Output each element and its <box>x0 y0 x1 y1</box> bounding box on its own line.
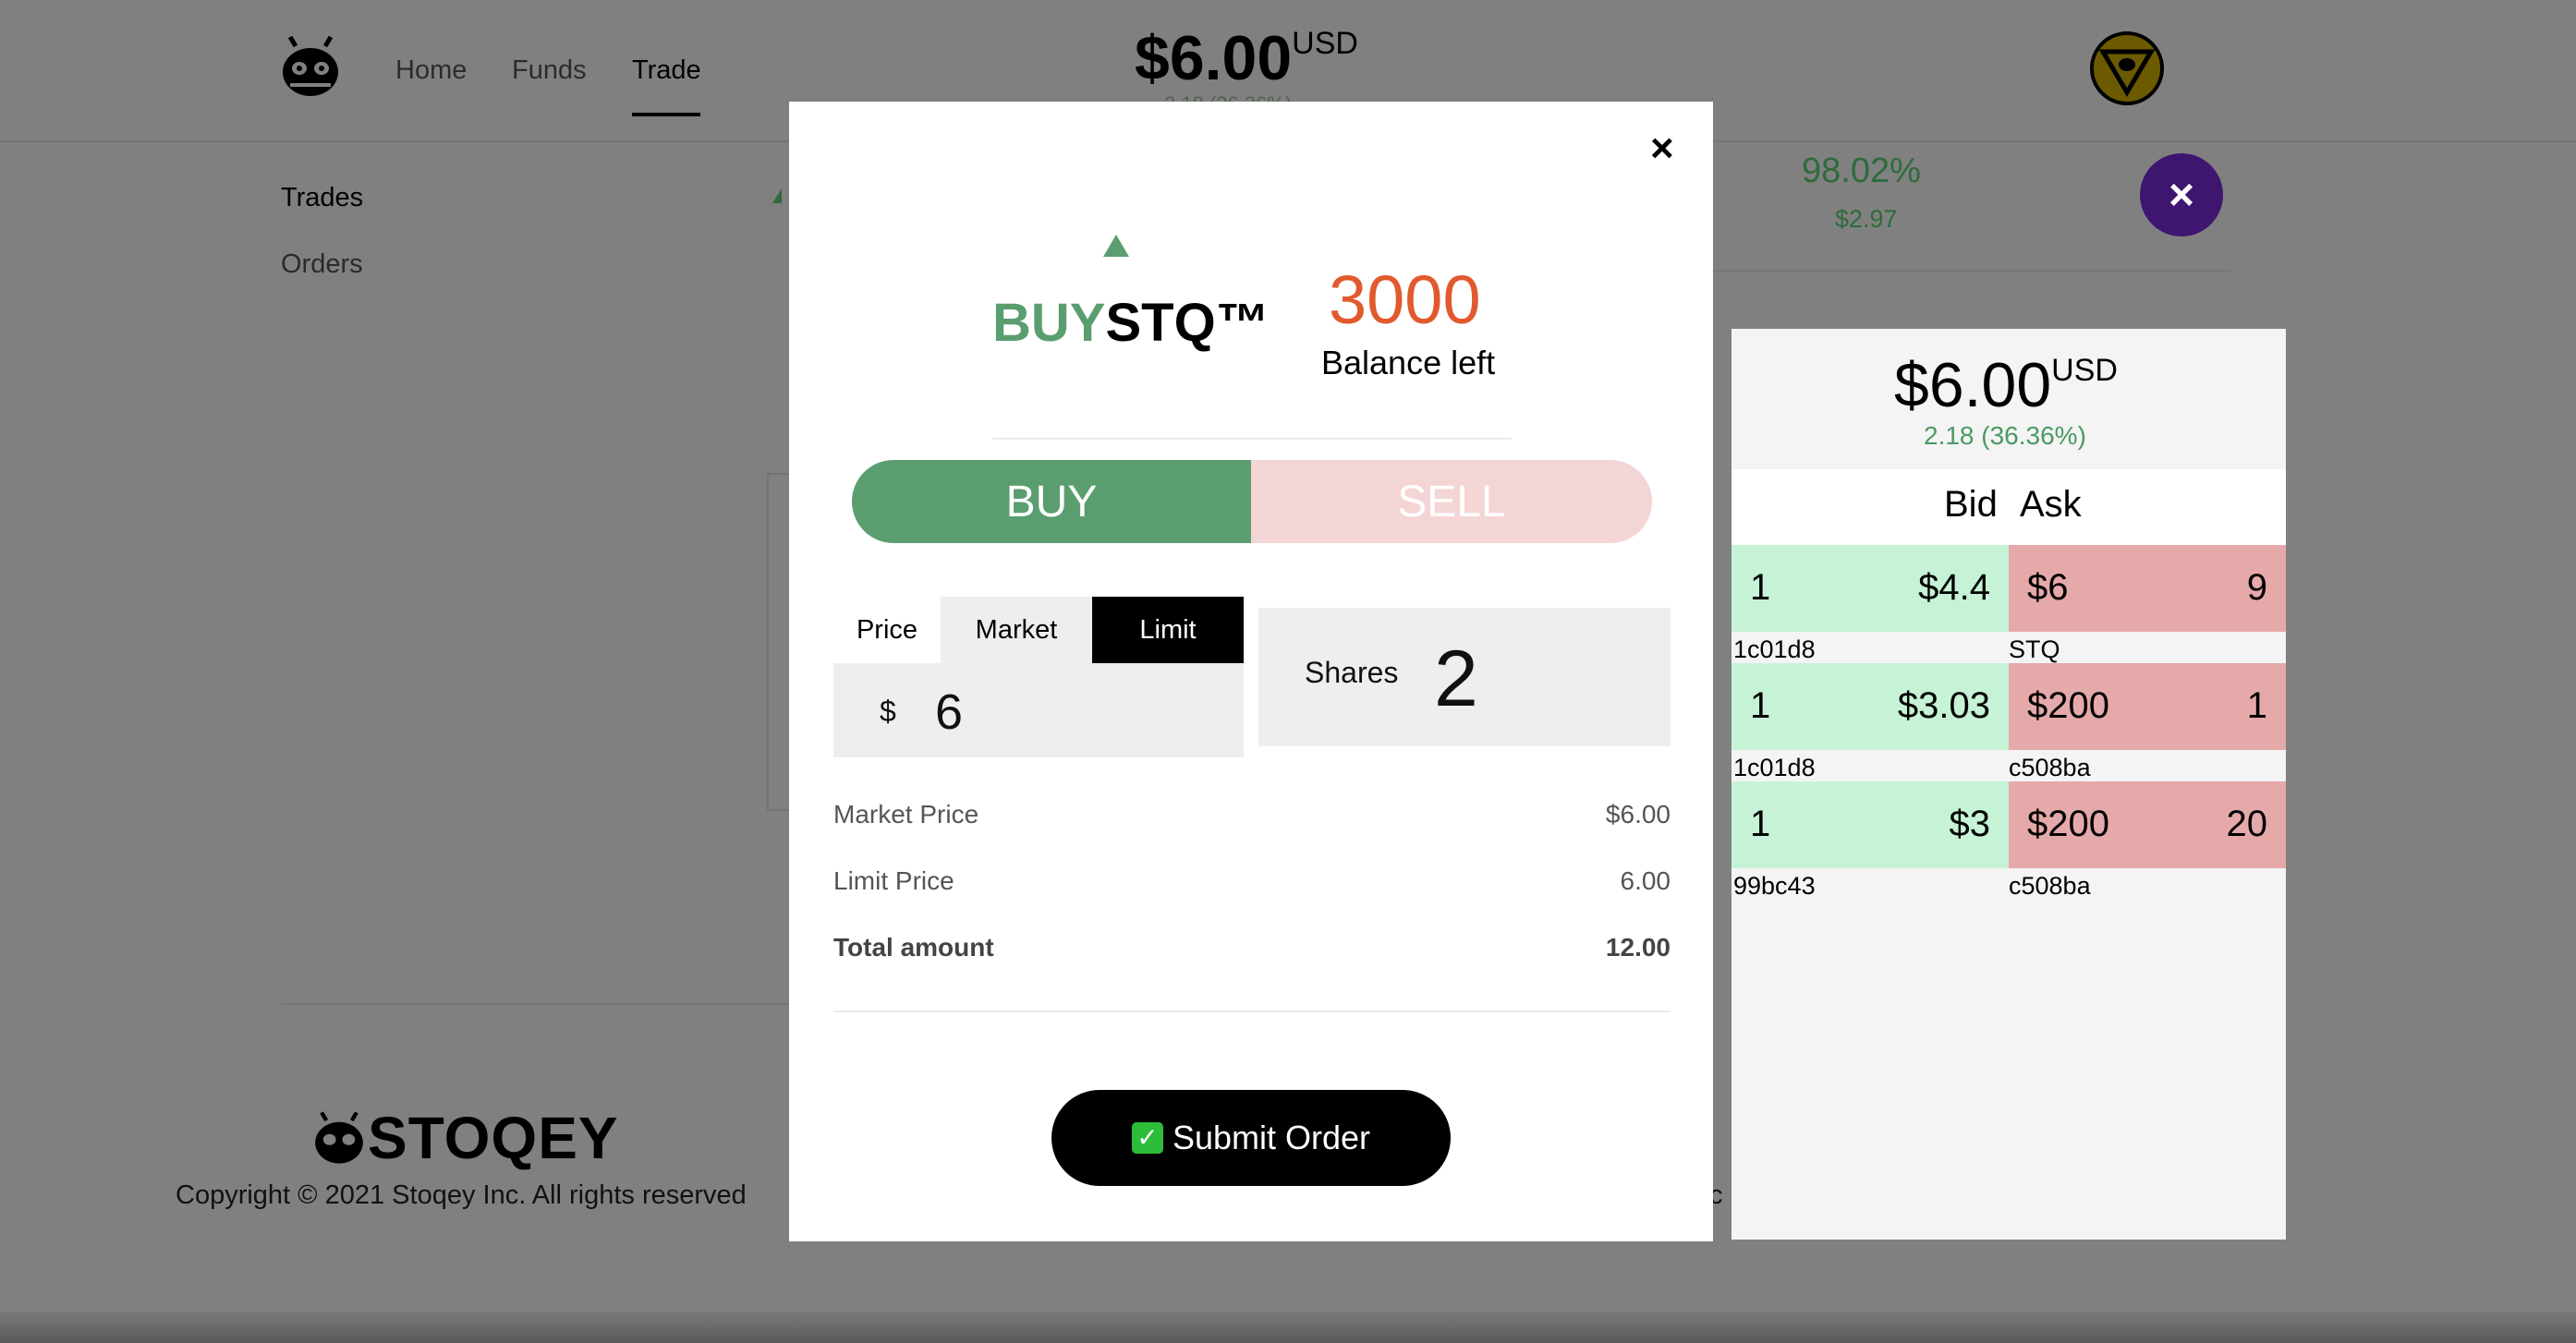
trend-up-icon <box>1103 235 1129 257</box>
ask-qty: 1 <box>2246 685 2267 726</box>
summary-value: 6.00 <box>1620 866 1671 895</box>
tab-price-label: Price <box>833 597 941 663</box>
submit-order-button[interactable]: ✓ Submit Order <box>1051 1090 1451 1186</box>
bid-price: $3 <box>1949 804 1991 844</box>
bid-price: $4.4 <box>1918 567 1990 608</box>
sidebar-item-trades[interactable]: Trades <box>281 183 363 213</box>
ask-qty: 20 <box>2226 804 2268 844</box>
trend-up-icon <box>772 188 782 203</box>
buy-toggle-button[interactable]: BUY <box>852 460 1251 543</box>
shares-input[interactable]: Shares 2 <box>1258 608 1671 746</box>
header-currency: USD <box>1292 26 1358 61</box>
ask-cell[interactable]: $6 9 <box>2009 545 2286 632</box>
bid-label: Bid <box>1944 484 1998 525</box>
order-type-tabs: Price Market Limit <box>833 597 1244 663</box>
order-book-price: $6.00USD <box>1894 350 2118 420</box>
order-book-header: $6.00USD 2.18 (36.36%) <box>1732 329 2286 469</box>
shares-value[interactable]: 2 <box>1434 634 1478 725</box>
ask-id: c508ba <box>2009 754 2091 781</box>
divider <box>1713 270 2230 272</box>
bid-qty: 1 <box>1750 804 1771 844</box>
footer-bot-icon <box>315 1111 363 1164</box>
summary-value: 12.00 <box>1605 933 1671 962</box>
divider <box>833 1010 1671 1012</box>
bid-ask-header: Bid Ask <box>1732 469 2286 545</box>
order-book-change: 2.18 (36.36%) <box>1924 421 2086 450</box>
avatar-triangle-icon <box>2098 49 2156 97</box>
nav-funds[interactable]: Funds <box>512 55 587 86</box>
order-book-row[interactable]: 1 $4.4 $6 9 1c01d8 STQ <box>1732 545 2286 663</box>
buy-sell-toggle[interactable]: BUY SELL <box>852 460 1652 543</box>
summary-label: Market Price <box>833 800 979 829</box>
bid-qty: 1 <box>1750 567 1771 608</box>
close-icon: × <box>1650 126 1674 171</box>
balance-label: Balance left <box>1321 344 1496 381</box>
ask-price: $6 <box>2027 567 2069 608</box>
nav-trade[interactable]: Trade <box>632 55 701 86</box>
ask-id: c508ba <box>2009 872 2091 900</box>
action-label: BUY <box>992 293 1106 353</box>
order-book-row[interactable]: 1 $3 $200 20 99bc43 c508ba <box>1732 781 2286 900</box>
close-icon: × <box>2168 170 2195 220</box>
modal-title: BUYSTQ™ <box>992 292 1270 354</box>
bid-cell[interactable]: 1 $3 <box>1732 781 2009 868</box>
ask-cell[interactable]: $200 1 <box>2009 663 2286 750</box>
ask-cell[interactable]: $200 20 <box>2009 781 2286 868</box>
stoqey-bot-logo-icon[interactable] <box>277 33 344 100</box>
price-prefix: $ <box>880 695 896 728</box>
summary-row-total: Total amount 12.00 <box>833 933 1671 962</box>
close-panel-button[interactable]: × <box>2140 153 2223 236</box>
order-book-row[interactable]: 1 $3.03 $200 1 1c01d8 c508ba <box>1732 663 2286 781</box>
bid-qty: 1 <box>1750 685 1771 726</box>
summary-row-market-price: Market Price $6.00 <box>833 800 1671 829</box>
sidebar-item-orders[interactable]: Orders <box>281 249 363 280</box>
ask-qty: 9 <box>2246 567 2267 608</box>
nav-active-underline <box>632 113 700 116</box>
footer-brand: STOQEY <box>368 1105 619 1171</box>
price-input[interactable]: $ 6 <box>833 663 1244 757</box>
summary-row-limit-price: Limit Price 6.00 <box>833 866 1671 896</box>
nav-home[interactable]: Home <box>395 55 467 86</box>
ask-id: STQ <box>2009 635 2060 663</box>
bid-id: 1c01d8 <box>1733 635 1816 663</box>
shares-label: Shares <box>1305 656 1399 689</box>
bottom-edge <box>0 1312 2576 1343</box>
sell-toggle-button[interactable]: SELL <box>1251 460 1652 543</box>
tab-market[interactable]: Market <box>941 597 1092 663</box>
trade-modal: × BUYSTQ™ 3000 Balance left BUY SELL Pri… <box>789 102 1713 1241</box>
footer-logo: STOQEY <box>310 1105 619 1171</box>
modal-close-button[interactable]: × <box>1650 126 1674 172</box>
ask-price: $200 <box>2027 804 2109 844</box>
footer-divider <box>281 1003 789 1005</box>
header-price: $6.00USD <box>1135 23 1358 93</box>
price-value[interactable]: 6 <box>935 684 963 741</box>
bid-cell[interactable]: 1 $3.03 <box>1732 663 2009 750</box>
tab-limit[interactable]: Limit <box>1092 597 1244 663</box>
balance-amount: 3000 <box>1329 261 1481 338</box>
check-icon: ✓ <box>1131 1122 1163 1154</box>
stat-percent: 98.02% <box>1802 151 1921 190</box>
submit-label: Submit Order <box>1172 1119 1371 1156</box>
ask-price: $200 <box>2027 685 2109 726</box>
copyright-text: Copyright © 2021 Stoqey Inc. All rights … <box>176 1180 747 1210</box>
bid-id: 1c01d8 <box>1733 754 1816 781</box>
symbol-label: STQ™ <box>1105 293 1270 353</box>
avatar[interactable] <box>2090 31 2164 105</box>
order-book-panel: $6.00USD 2.18 (36.36%) Bid Ask 1 $4.4 $6… <box>1732 329 2286 1240</box>
bid-price: $3.03 <box>1897 685 1990 726</box>
bid-id: 99bc43 <box>1733 872 1816 900</box>
stat-value: $2.97 <box>1835 205 1898 233</box>
bid-cell[interactable]: 1 $4.4 <box>1732 545 2009 632</box>
order-book-currency: USD <box>2051 353 2118 388</box>
divider <box>992 438 1512 440</box>
summary-label: Total amount <box>833 933 994 962</box>
summary-value: $6.00 <box>1605 800 1671 829</box>
summary-label: Limit Price <box>833 866 954 895</box>
ask-label: Ask <box>2020 484 2082 525</box>
